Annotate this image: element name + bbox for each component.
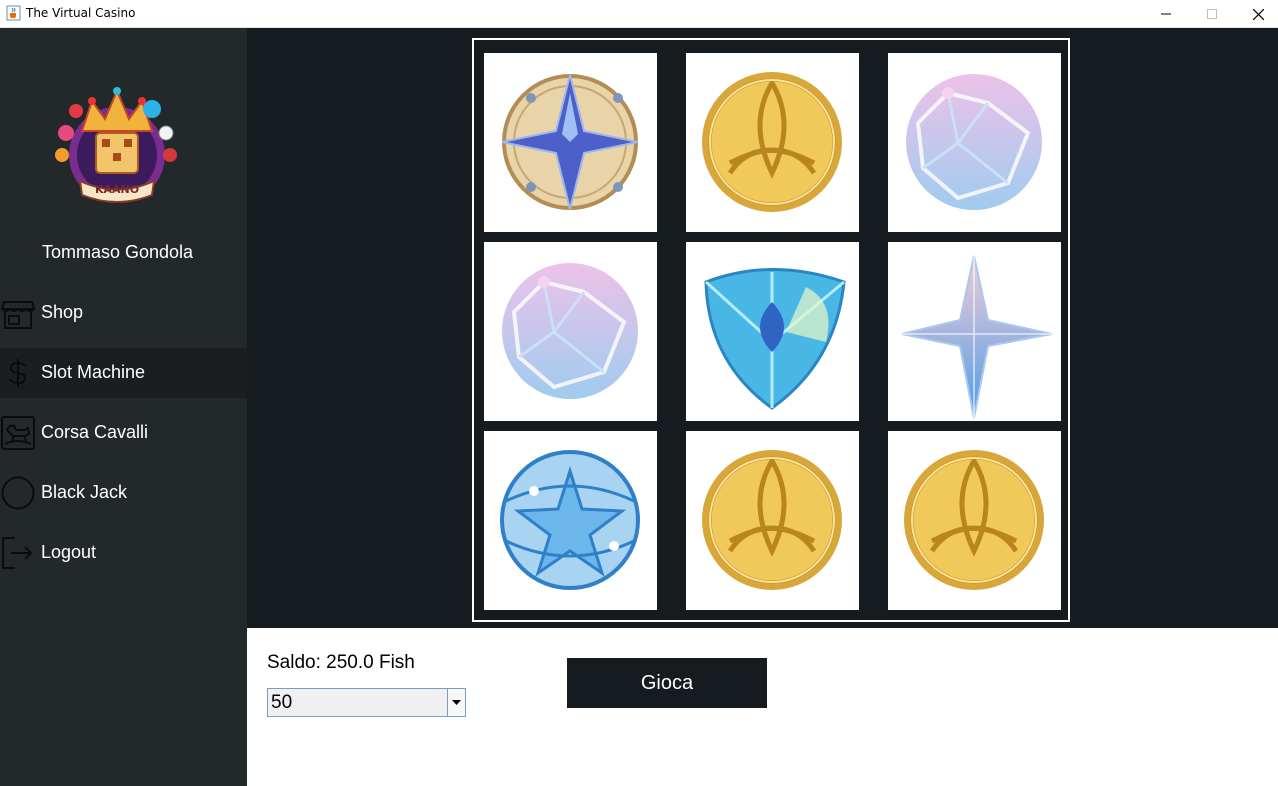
minimize-icon [1161,13,1171,15]
logout-icon [2,537,33,569]
blue-four-point-star-icon [901,255,1053,419]
slot-cell [686,431,859,610]
play-button[interactable]: Gioca [567,658,767,708]
close-icon [1252,8,1264,20]
sidebar-item-label: Black Jack [41,482,128,502]
chevron-down-icon [452,700,461,705]
controls-panel: Saldo: 250.0 Fish 50 Gioca [247,628,1278,786]
slot-cell [888,431,1061,610]
java-cup-icon [6,5,21,21]
blue-star-sphere-icon [500,450,640,590]
slot-cell [484,53,657,232]
slot-cell [484,431,657,610]
star-compass-emblem-icon [501,74,639,210]
pink-crystal-sphere-icon [906,74,1042,210]
circle-icon [1,476,35,510]
balance-label: Saldo: 250.0 Fish [267,652,415,673]
sidebar-item-label: Shop [41,302,84,322]
close-button[interactable] [1235,0,1278,28]
bet-amount-select[interactable]: 50 [267,688,466,717]
dollar-icon [9,359,27,387]
gold-coin-emblem-icon [702,450,842,590]
maximize-button[interactable] [1189,0,1235,28]
gold-coin-emblem-icon [702,72,842,212]
slot-cell [484,242,657,421]
slot-cell [888,242,1061,421]
sidebar-item-logout[interactable]: Logout [0,528,247,578]
sidebar-item-shop[interactable]: Shop [0,288,247,338]
sidebar: KAANO Tommaso Gondola Shop Slot Machine … [0,28,247,786]
window-title: The Virtual Casino [26,6,136,20]
gold-coin-emblem-icon [904,450,1044,590]
dropdown-button[interactable] [447,689,465,716]
sidebar-item-label: Slot Machine [41,362,146,382]
bet-amount-value: 50 [271,692,293,713]
blue-crystal-shield-icon [704,268,846,410]
rocking-horse-icon [1,416,35,450]
window-title-bar: The Virtual Casino [0,0,1278,28]
sidebar-item-label: Logout [41,542,97,562]
store-icon [1,301,35,329]
slot-cell [686,53,859,232]
pink-crystal-sphere-icon [502,263,638,399]
casino-crown-logo: KAANO [55,87,177,203]
sidebar-item-label: Corsa Cavalli [41,422,149,442]
user-name: Tommaso Gondola [41,242,194,262]
svg-text:KAANO: KAANO [95,183,139,196]
maximize-icon [1207,9,1217,19]
sidebar-item-slot-machine[interactable]: Slot Machine [0,348,247,398]
reel-grid [472,38,1070,622]
slot-cell [888,53,1061,232]
minimize-button[interactable] [1143,0,1189,28]
sidebar-item-corsa-cavalli[interactable]: Corsa Cavalli [0,408,247,458]
slot-machine-area [247,28,1278,628]
slot-cell [686,242,859,421]
sidebar-item-black-jack[interactable]: Black Jack [0,468,247,518]
